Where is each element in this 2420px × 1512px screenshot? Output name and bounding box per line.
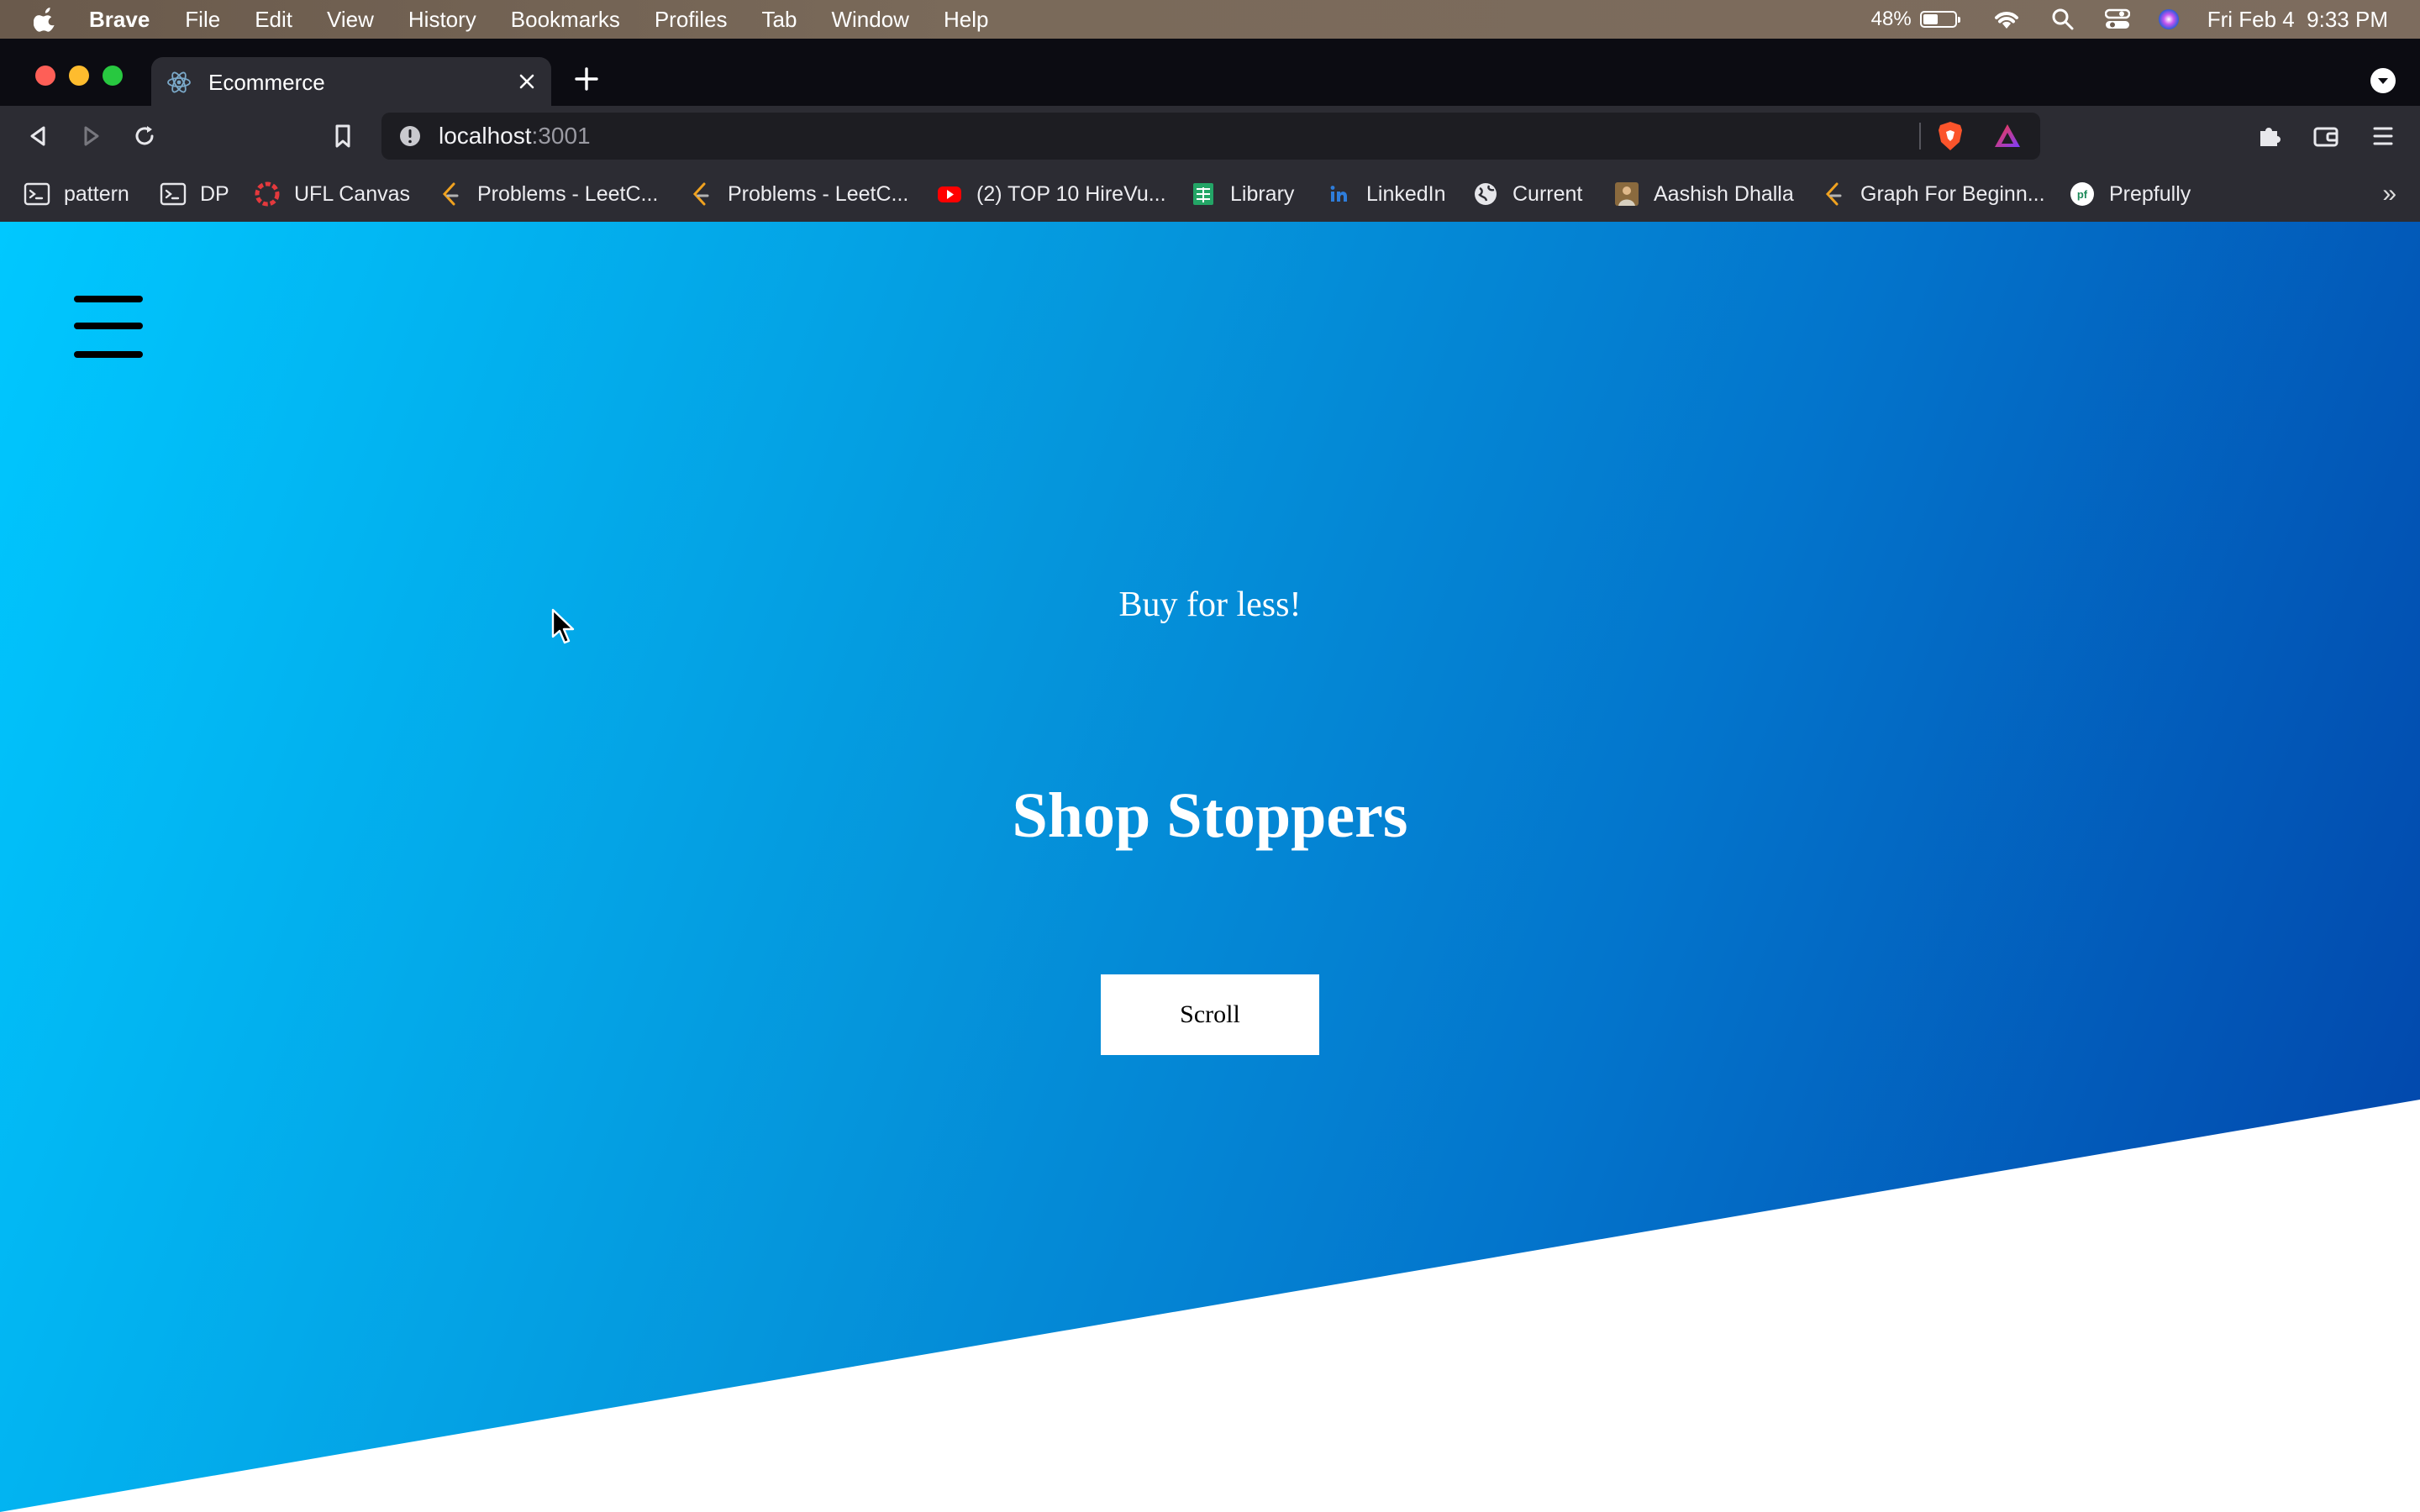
brave-rewards-icon[interactable] [1993,122,2022,150]
bookmark-label: Aashish Dhalla [1654,181,1794,206]
hero-section [0,222,2420,1512]
leetcode-icon [442,182,459,206]
tab-search-chevron-icon[interactable] [2370,67,2396,94]
forward-arrow-icon[interactable] [76,121,106,151]
bookmark-label: pattern [64,181,129,206]
bookmarks-bar: pattern DP UFL Canvas Problems - LeetC..… [0,166,2420,222]
bookmark-leetcode-problems-1[interactable]: Problems - LeetC... [437,166,658,222]
bookmark-label: Prepfully [2109,181,2191,206]
menu-icon[interactable] [2368,121,2398,151]
bookmark-label: UFL Canvas [294,181,411,206]
bookmark-library[interactable]: Library [1190,166,1294,222]
bookmark-label: (2) TOP 10 HireVu... [976,181,1166,206]
new-tab-plus-icon[interactable] [571,64,602,94]
menu-bookmarks[interactable]: Bookmarks [511,7,620,33]
macos-menu-bar: Brave File Edit View History Bookmarks P… [0,0,2420,39]
bookmarks-overflow-chevron[interactable]: » [2382,180,2396,208]
terminal-icon [160,182,187,206]
leetcode-icon [692,182,709,206]
clock[interactable]: Fri Feb 4 9:33 PM [2207,7,2388,33]
battery-percent: 48% [1870,8,1912,30]
brave-shields-icon[interactable] [1936,120,1965,152]
menu-view[interactable]: View [327,7,374,33]
address-bar-divider [1919,123,1921,150]
leetcode-icon [1825,182,1842,206]
linkedin-icon [1328,183,1350,205]
bookmark-label: Library [1230,181,1295,206]
bookmark-current[interactable]: Current [1472,166,1582,222]
bookmark-aashish-dhalla[interactable]: Aashish Dhalla [1613,166,1794,222]
globe-icon [1475,183,1497,205]
menu-window[interactable]: Window [831,7,908,33]
control-center-icon[interactable] [2104,8,2130,30]
hero-title: Shop Stoppers [1012,780,1408,851]
react-icon [167,71,191,93]
url-host: localhost [439,123,532,149]
siri-icon[interactable] [2157,8,2181,31]
scroll-button[interactable]: Scroll [1101,974,1319,1055]
site-info-icon[interactable] [398,124,422,148]
youtube-icon [938,186,961,202]
window-minimize-button[interactable] [69,66,89,86]
tab-title: Ecommerce [208,69,325,95]
bookmark-youtube-hirevue[interactable]: (2) TOP 10 HireVu... [936,166,1166,222]
canvas-icon [255,181,280,207]
bookmark-graph-for-beginners[interactable]: Graph For Beginn... [1820,166,2045,222]
apple-icon[interactable] [34,6,57,33]
menu-file[interactable]: File [185,7,220,33]
url-port: :3001 [531,123,591,149]
back-arrow-icon[interactable] [24,121,54,151]
menu-profiles[interactable]: Profiles [655,7,728,33]
bookmark-ufl-canvas[interactable]: UFL Canvas [254,166,410,222]
hero-tagline: Buy for less! [1118,585,1302,624]
window-zoom-button[interactable] [103,66,123,86]
svg-text:pf: pf [2077,188,2088,201]
bookmark-pattern[interactable]: pattern [24,166,129,222]
bookmark-label: Problems - LeetC... [728,181,909,206]
status-area: 48% Fri Feb 4 9:33 PM [1848,0,2388,39]
bookmark-prepfully[interactable]: pf Prepfully [2069,166,2191,222]
bookmark-label: Current [1512,181,1583,206]
menu-history[interactable]: History [408,7,476,33]
menu-tab[interactable]: Tab [762,7,797,33]
menu-help[interactable]: Help [944,7,988,33]
prepfully-icon: pf [2070,182,2094,206]
address-bar[interactable]: localhost:3001 [381,113,2040,160]
wallet-icon[interactable] [2311,121,2341,151]
bookmark-label: DP [200,181,229,206]
extensions-puzzle-icon[interactable] [2254,121,2284,151]
photo-icon [1615,182,1639,206]
tab-close-icon[interactable] [514,69,539,94]
bookmark-label: Problems - LeetC... [477,181,659,206]
menu-edit[interactable]: Edit [255,7,292,33]
mouse-pointer-icon [551,608,575,644]
window-close-button[interactable] [35,66,55,86]
sheets-icon [1193,183,1213,205]
terminal-icon [24,182,50,206]
bookmark-label: LinkedIn [1366,181,1446,206]
bookmark-label: Graph For Beginn... [1860,181,2045,206]
page-viewport: Buy for less! Shop Stoppers Scroll [0,222,2420,1512]
tab-ecommerce[interactable]: Ecommerce [151,57,551,108]
app-name-menu[interactable]: Brave [89,7,150,33]
hamburger-menu-icon[interactable] [74,292,145,360]
spotlight-search-icon[interactable] [2051,8,2075,31]
bookmark-leetcode-problems-2[interactable]: Problems - LeetC... [687,166,908,222]
wifi-icon[interactable] [1992,8,2021,30]
reload-icon[interactable] [129,121,160,151]
bookmark-page-icon[interactable] [328,121,358,151]
bookmark-linkedin[interactable]: LinkedIn [1326,166,1446,222]
bookmark-dp[interactable]: DP [160,166,229,222]
battery-icon[interactable] [1919,11,1960,28]
